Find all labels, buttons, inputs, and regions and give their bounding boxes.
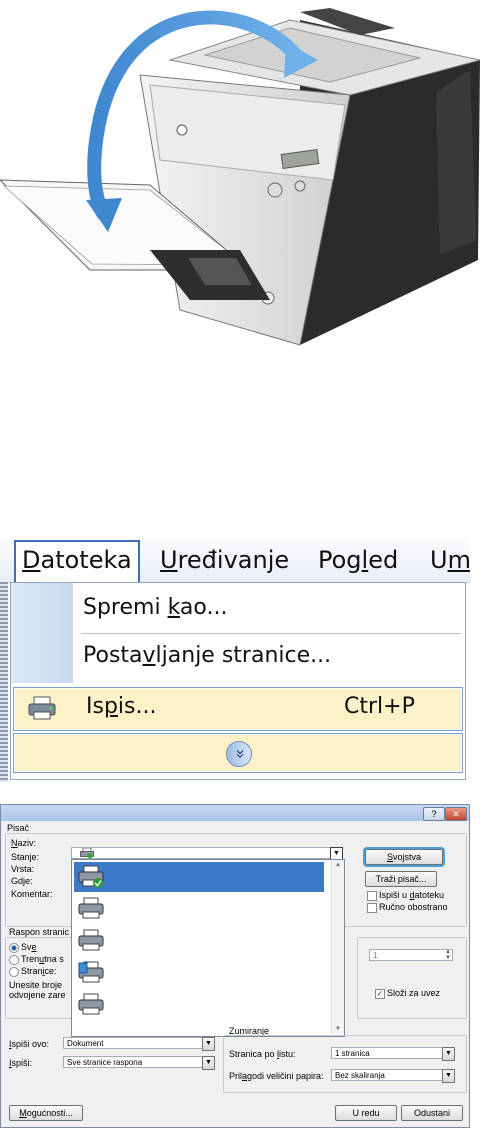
ok-button[interactable]: U redu: [335, 1105, 397, 1121]
printer-icon: [78, 897, 104, 919]
menu-print[interactable]: Ispis... Ctrl+P: [13, 687, 463, 731]
help-button[interactable]: ?: [423, 807, 445, 821]
manual-duplex-checkbox[interactable]: [367, 903, 377, 913]
menu-print-label: Ispis...: [86, 694, 157, 719]
range-hint-line-1: Unesite broje: [9, 980, 63, 990]
menu-item-edit[interactable]: Uređivanje: [160, 544, 289, 576]
printer-group-label: Pisač: [7, 823, 30, 833]
printer-icon: [78, 993, 104, 1015]
chevron-down-icon[interactable]: ▼: [202, 1056, 215, 1070]
name-label: Naziv:: [11, 838, 37, 848]
toolbar-edge: [0, 582, 8, 782]
print-what-label: Ispiši ovo:: [9, 1039, 50, 1049]
copies-stepper[interactable]: ▲ ▼: [443, 949, 453, 961]
dialog-titlebar: ? ✕: [1, 805, 469, 821]
options-button[interactable]: Mogućnosti...: [9, 1105, 83, 1121]
printer-icon: [80, 848, 94, 859]
print-label: Ispiši:: [9, 1058, 33, 1068]
page-range-label: Raspon stranic: [9, 927, 70, 937]
copies-input[interactable]: 1: [369, 949, 453, 961]
zoom-group: [223, 1035, 467, 1093]
range-hint-line-2: odvojene zare: [9, 990, 66, 1000]
menu-print-shortcut: Ctrl+P: [344, 694, 415, 719]
pages-per-sheet-label: Stranica po listu:: [229, 1049, 296, 1059]
menu-item-more[interactable]: Um: [430, 544, 470, 576]
collate-checkbox[interactable]: ✓: [375, 989, 385, 999]
print-what-select[interactable]: Dokument ▼: [63, 1037, 215, 1051]
menu-icon-column: [11, 583, 73, 683]
list-item[interactable]: [74, 926, 324, 956]
chevron-down-icon[interactable]: ▼: [442, 1069, 455, 1083]
range-current-radio[interactable]: [9, 955, 19, 965]
list-scrollbar[interactable]: ▲ ▼: [331, 860, 344, 1034]
range-pages-label: Stranice:: [21, 966, 57, 976]
menu-item-file[interactable]: Datoteka: [14, 540, 140, 582]
find-printer-button[interactable]: Traži pisač...: [365, 871, 437, 887]
print-select[interactable]: Sve stranice raspona ▼: [63, 1056, 215, 1070]
chevron-down-icon[interactable]: »: [226, 741, 252, 767]
pages-per-sheet-select[interactable]: 1 stranica ▼: [331, 1047, 455, 1061]
printer-name-select[interactable]: ▼: [71, 847, 343, 861]
comment-label: Komentar:: [11, 889, 53, 899]
range-current-label: Trenutna s: [21, 954, 64, 964]
print-to-file-label: Ispiši u datoteku: [379, 890, 445, 900]
range-pages-radio[interactable]: [9, 967, 19, 977]
list-item[interactable]: [74, 958, 324, 988]
menu-item-view[interactable]: Pogled: [318, 544, 398, 576]
scale-select[interactable]: Bez skaliranja ▼: [331, 1069, 455, 1083]
printer-icon: [78, 929, 104, 951]
range-all-label: Sve: [21, 942, 37, 952]
menu-save-as[interactable]: Spremi kao...: [83, 595, 227, 620]
status-label: Stanje:: [11, 852, 40, 862]
scale-label: Prilagodi veličini papira:: [229, 1071, 324, 1081]
menu-bar: Datoteka Uređivanje Pogled Um: [0, 538, 470, 583]
menu-page-setup[interactable]: Postavljanje stranice...: [83, 643, 331, 668]
collate-label: Složi za uvez: [387, 988, 441, 998]
menu-separator: [81, 633, 461, 634]
type-label: Vrsta:: [11, 864, 35, 874]
printer-icon: [78, 865, 104, 888]
cancel-button[interactable]: Odustani: [401, 1105, 463, 1121]
range-all-radio[interactable]: [9, 943, 19, 953]
printer-dropdown-list[interactable]: ▲ ▼: [71, 859, 345, 1037]
menu-expand-row[interactable]: »: [13, 733, 463, 773]
close-button[interactable]: ✕: [445, 807, 467, 821]
printer-icon: [28, 696, 56, 720]
fax-printer-icon: [78, 961, 104, 983]
properties-button[interactable]: Svojstva: [365, 849, 443, 865]
printer-paper-loading-illustration: [0, 8, 481, 346]
print-dialog: ? ✕ Pisač Naziv: Stanje: Vrsta: Gdje: Ko…: [0, 804, 470, 1128]
chevron-down-icon[interactable]: ▼: [202, 1037, 215, 1051]
print-to-file-checkbox[interactable]: [367, 891, 377, 901]
list-item[interactable]: [74, 862, 324, 892]
manual-duplex-label: Ručno obostrano: [379, 902, 448, 912]
where-label: Gdje:: [11, 876, 33, 886]
chevron-down-icon[interactable]: ▼: [442, 1047, 455, 1061]
list-item[interactable]: [74, 894, 324, 924]
file-menu-screenshot: Datoteka Uređivanje Pogled Um Spremi kao…: [0, 538, 470, 782]
file-dropdown-menu: Spremi kao... Postavljanje stranice... I…: [10, 582, 466, 780]
list-item[interactable]: [74, 990, 324, 1020]
